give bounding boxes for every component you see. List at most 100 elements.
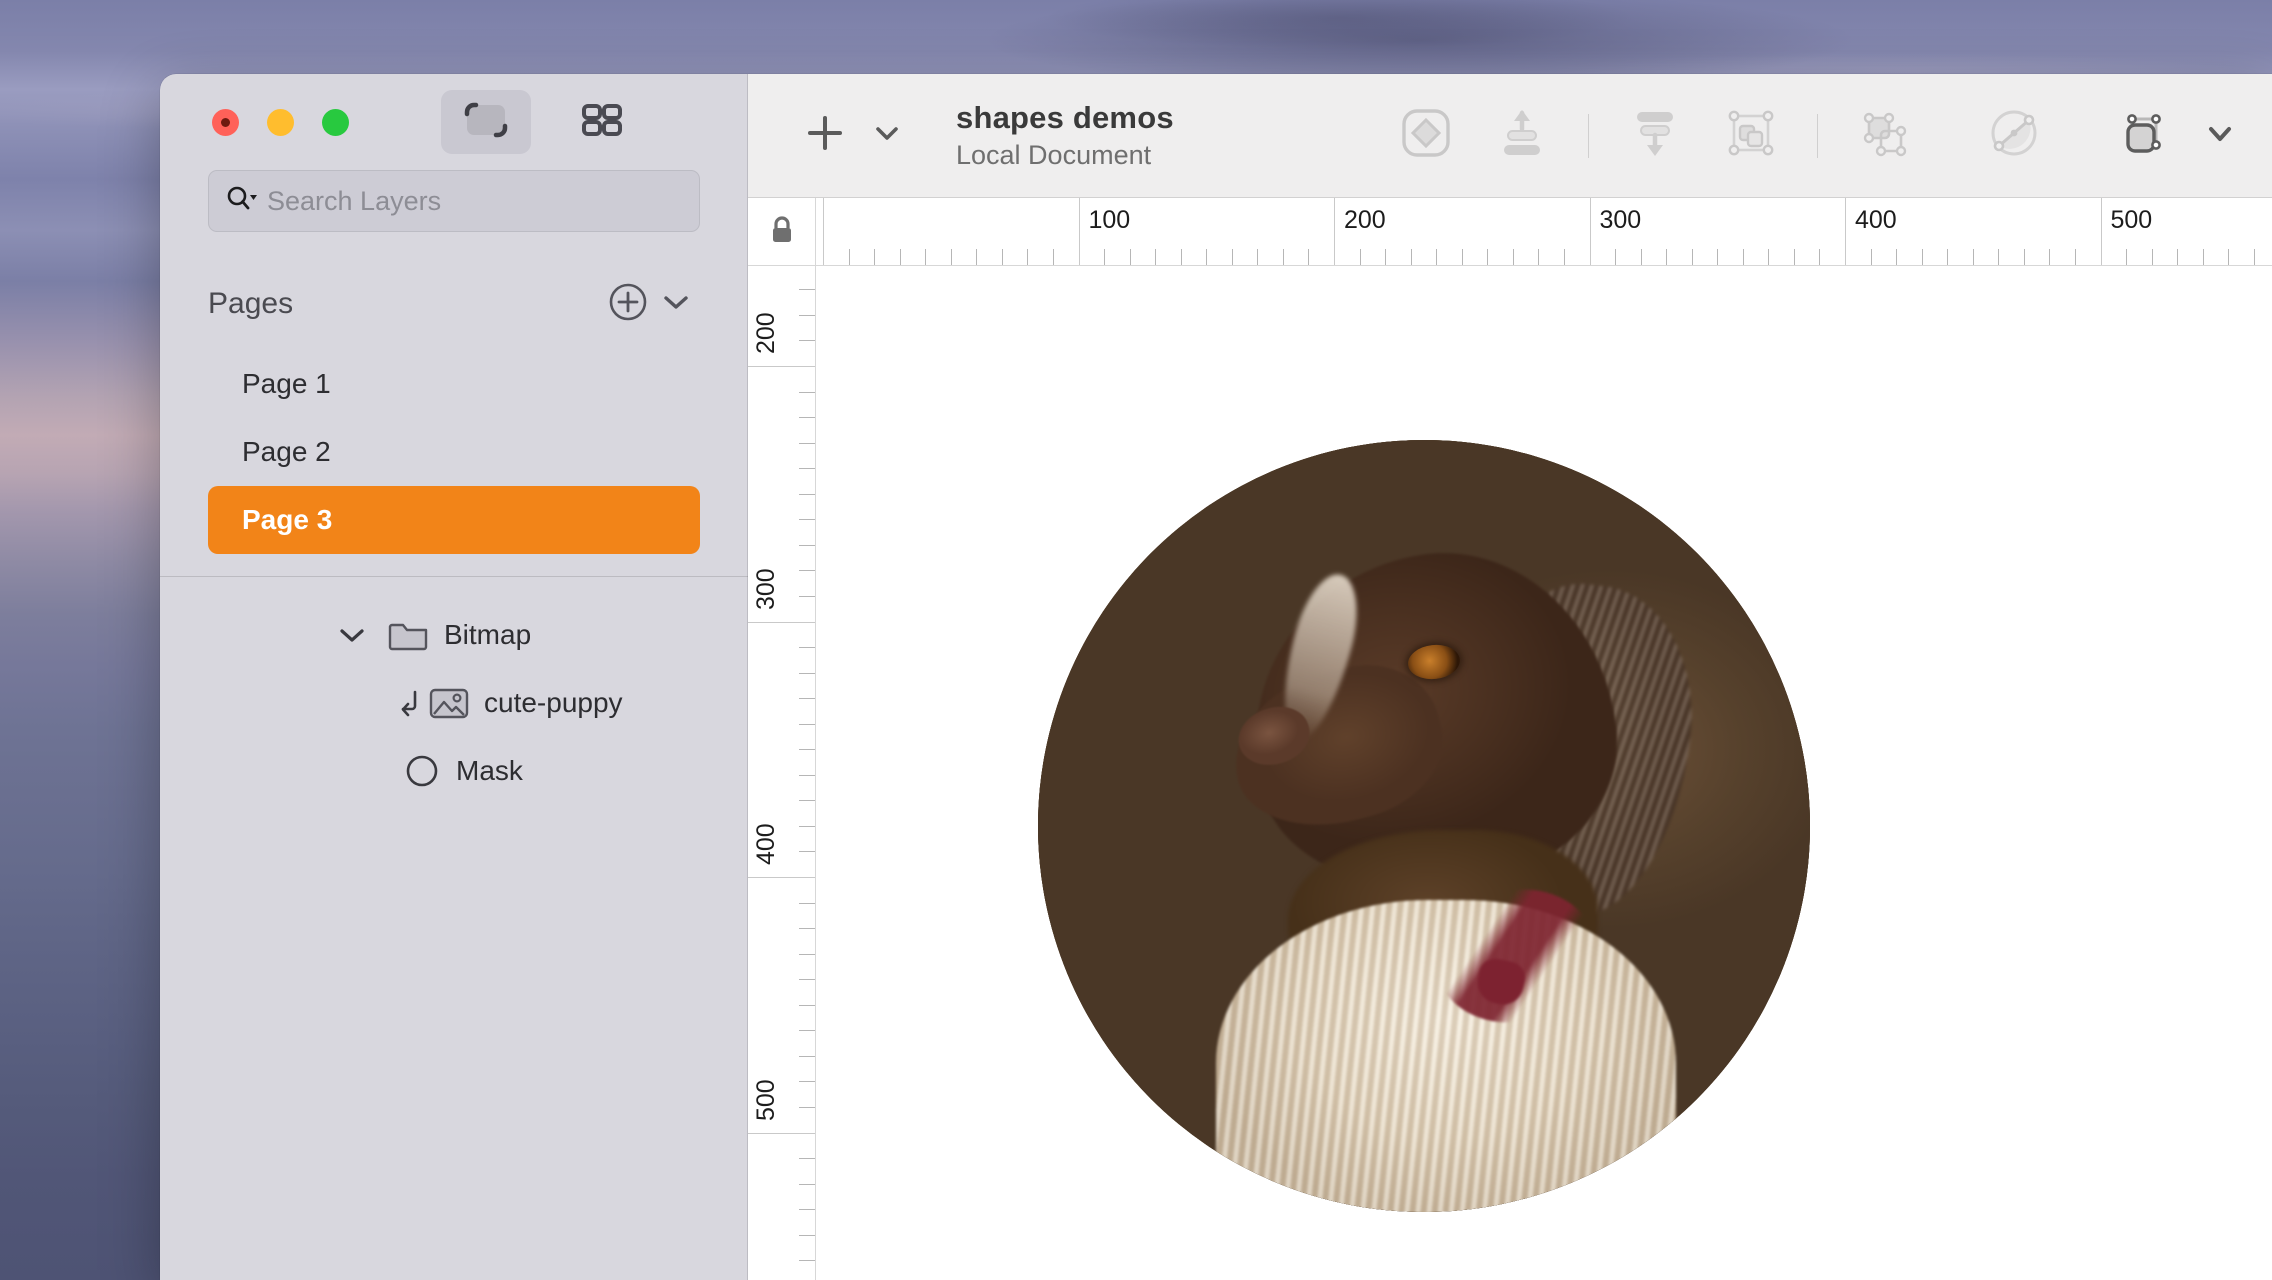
ruler-tick-major: [2100, 198, 2102, 265]
mask-icon: [1856, 105, 1912, 166]
ruler-tick-minor: [799, 723, 815, 725]
ruler-tick-minor: [2228, 249, 2230, 265]
ruler-tick-minor: [1129, 249, 1131, 265]
toolbar: shapes demos Local Document: [748, 74, 2272, 198]
search-input[interactable]: Search Layers: [208, 170, 700, 232]
search-icon[interactable]: [225, 184, 259, 219]
ruler-tick-major: [748, 1132, 815, 1134]
group-icon: [1723, 105, 1779, 166]
page-item-label: Page 3: [242, 504, 333, 535]
ruler-tick-minor: [848, 249, 850, 265]
ruler-tick-minor: [799, 1158, 815, 1160]
chevron-down-icon: [2202, 120, 2238, 151]
vertical-ruler[interactable]: 200 300 400 500: [748, 266, 816, 1280]
edit-path-button[interactable]: [1966, 101, 2062, 171]
layer-row-bitmap[interactable]: Bitmap: [160, 601, 748, 669]
ruler-tick-minor: [2253, 249, 2255, 265]
ruler-tick-minor: [976, 249, 978, 265]
page-item-2[interactable]: Page 2: [208, 418, 700, 486]
plus-circle-icon: [607, 281, 649, 328]
ruler-tick-minor: [799, 570, 815, 572]
pages-list: Page 1 Page 2 Page 3: [160, 350, 748, 554]
ruler-tick-minor: [1104, 249, 1106, 265]
app-window: Search Layers Pages Page 1 Page 2 Page 3…: [160, 74, 2272, 1280]
toolbar-separator: [1588, 113, 1589, 158]
ruler-tick-minor: [925, 249, 927, 265]
ruler-tick-minor: [1691, 249, 1693, 265]
layer-label: Mask: [456, 755, 523, 786]
add-page-button[interactable]: [604, 280, 652, 328]
ruler-tick-minor: [1206, 249, 1208, 265]
ruler-tick-minor: [2074, 249, 2076, 265]
layer-row-cute-puppy[interactable]: cute-puppy: [160, 669, 748, 737]
ruler-tick-minor: [950, 249, 952, 265]
ruler-tick-minor: [1717, 249, 1719, 265]
insert-button[interactable]: [802, 110, 848, 161]
ruler-tick-minor: [1410, 249, 1412, 265]
ruler-tick-minor: [1768, 249, 1770, 265]
close-button[interactable]: [212, 108, 239, 136]
grid-view-icon: [579, 101, 625, 144]
ruler-tick-minor: [2126, 249, 2128, 265]
scale-menu-button[interactable]: [2202, 120, 2238, 151]
chevron-down-icon[interactable]: [336, 624, 368, 646]
ruler-tick-minor: [2177, 249, 2179, 265]
mask-button[interactable]: [1836, 101, 1932, 171]
ruler-tick-minor: [799, 953, 815, 955]
ruler-tick-minor: [2049, 249, 2051, 265]
ruler-tick-minor: [1027, 249, 1029, 265]
minimize-button[interactable]: [267, 108, 294, 136]
sidebar: Search Layers Pages Page 1 Page 2 Page 3…: [160, 74, 748, 1280]
ruler-tick-minor: [799, 851, 815, 853]
send-backward-button[interactable]: [1607, 101, 1703, 171]
ruler-tick-minor: [1359, 249, 1361, 265]
ruler-tick-major: [1334, 198, 1335, 265]
folder-icon: [386, 617, 430, 653]
ruler-tick-minor: [799, 698, 815, 700]
sidebar-titlebar: [160, 74, 748, 170]
ruler-lock-button[interactable]: [748, 198, 816, 266]
canvas-row: 200 300 400 500: [748, 266, 2272, 1280]
ruler-tick-minor: [799, 774, 815, 776]
insert-menu-button[interactable]: [870, 121, 904, 150]
ruler-tick-minor: [1793, 249, 1795, 265]
ruler-label-horizontal: 500: [2110, 206, 2153, 234]
ruler-label-horizontal: 100: [1088, 206, 1131, 234]
ruler-tick-minor: [1742, 249, 1744, 265]
chevron-down-icon: [870, 121, 904, 150]
image-layer-icon: [428, 685, 470, 721]
ruler-tick-minor: [799, 1081, 815, 1083]
ruler-tick-minor: [1257, 249, 1259, 265]
ruler-tick-minor: [1385, 249, 1387, 265]
layers-list: Bitmap cute-puppy Mask: [160, 577, 748, 805]
pages-collapse-button[interactable]: [652, 280, 700, 328]
page-item-1[interactable]: Page 1: [208, 350, 700, 418]
lock-icon: [767, 213, 797, 252]
ruler-tick-minor: [1487, 249, 1489, 265]
canvas[interactable]: [816, 266, 2272, 1280]
component-button[interactable]: [1378, 101, 1474, 171]
artwork-cute-puppy[interactable]: [1038, 440, 1810, 1212]
document-title-block[interactable]: shapes demos Local Document: [956, 100, 1174, 171]
ruler-tick-minor: [1282, 249, 1284, 265]
ruler-tick-minor: [799, 417, 815, 419]
layer-row-mask[interactable]: Mask: [160, 737, 748, 805]
page-item-label: Page 1: [242, 368, 331, 399]
ruler-tick-minor: [1896, 249, 1898, 265]
ruler-tick-minor: [799, 289, 815, 291]
canvas-view-button[interactable]: [441, 90, 531, 154]
grid-view-button[interactable]: [557, 90, 647, 154]
bring-forward-icon: [1494, 105, 1550, 166]
ruler-tick-minor: [1870, 249, 1872, 265]
page-item-3[interactable]: Page 3: [208, 486, 700, 554]
circle-shape-icon: [402, 753, 442, 789]
zoom-button[interactable]: [322, 108, 349, 136]
ruler-tick-minor: [799, 1106, 815, 1108]
ruler-tick-minor: [1155, 249, 1157, 265]
ruler-tick-minor: [799, 928, 815, 930]
group-button[interactable]: [1703, 101, 1799, 171]
document-name: shapes demos: [956, 100, 1174, 135]
scale-button[interactable]: [2096, 101, 2192, 171]
horizontal-ruler[interactable]: 100 200 300 400 500: [748, 198, 2272, 266]
bring-forward-button[interactable]: [1474, 101, 1570, 171]
